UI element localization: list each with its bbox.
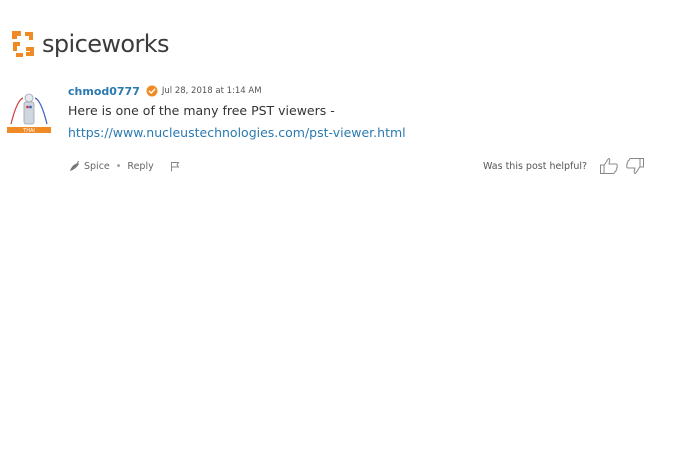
verified-badge-icon: [146, 85, 158, 97]
spice-button[interactable]: Spice: [68, 160, 110, 172]
author-link[interactable]: chmod0777: [68, 85, 140, 98]
post-text: Here is one of the many free PST viewers…: [68, 103, 335, 118]
spiceworks-logo[interactable]: spiceworks: [8, 26, 170, 62]
spice-label: Spice: [84, 160, 110, 172]
post-timestamp: Jul 28, 2018 at 1:14 AM: [161, 86, 262, 96]
helpful-prompt: Was this post helpful?: [483, 157, 645, 175]
avatar-image: THAI: [5, 86, 53, 136]
post-body: Here is one of the many free PST viewers…: [68, 100, 598, 144]
thumbs-up-icon[interactable]: [599, 157, 619, 175]
post-link[interactable]: https://www.nucleustechnologies.com/pst-…: [68, 125, 406, 140]
spice-pepper-icon: [70, 160, 79, 171]
avatar[interactable]: THAI: [5, 86, 53, 136]
post-header: chmod0777 Jul 28, 2018 at 1:14 AM: [68, 83, 262, 99]
action-separator: •: [115, 160, 122, 172]
reply-button[interactable]: Reply: [127, 161, 153, 172]
helpful-label: Was this post helpful?: [483, 160, 588, 172]
spiceworks-logo-icon: [12, 31, 34, 57]
brand-name: spiceworks: [42, 30, 170, 58]
post-actions: Spice • Reply: [68, 160, 180, 172]
thumbs-down-icon[interactable]: [625, 157, 645, 175]
avatar-caption: THAI: [22, 128, 35, 134]
reply-label: Reply: [127, 160, 154, 172]
forum-post: THAI chmod0777 Jul 28, 2018 at 1:14 AM H…: [0, 80, 700, 190]
flag-icon[interactable]: [170, 161, 180, 172]
